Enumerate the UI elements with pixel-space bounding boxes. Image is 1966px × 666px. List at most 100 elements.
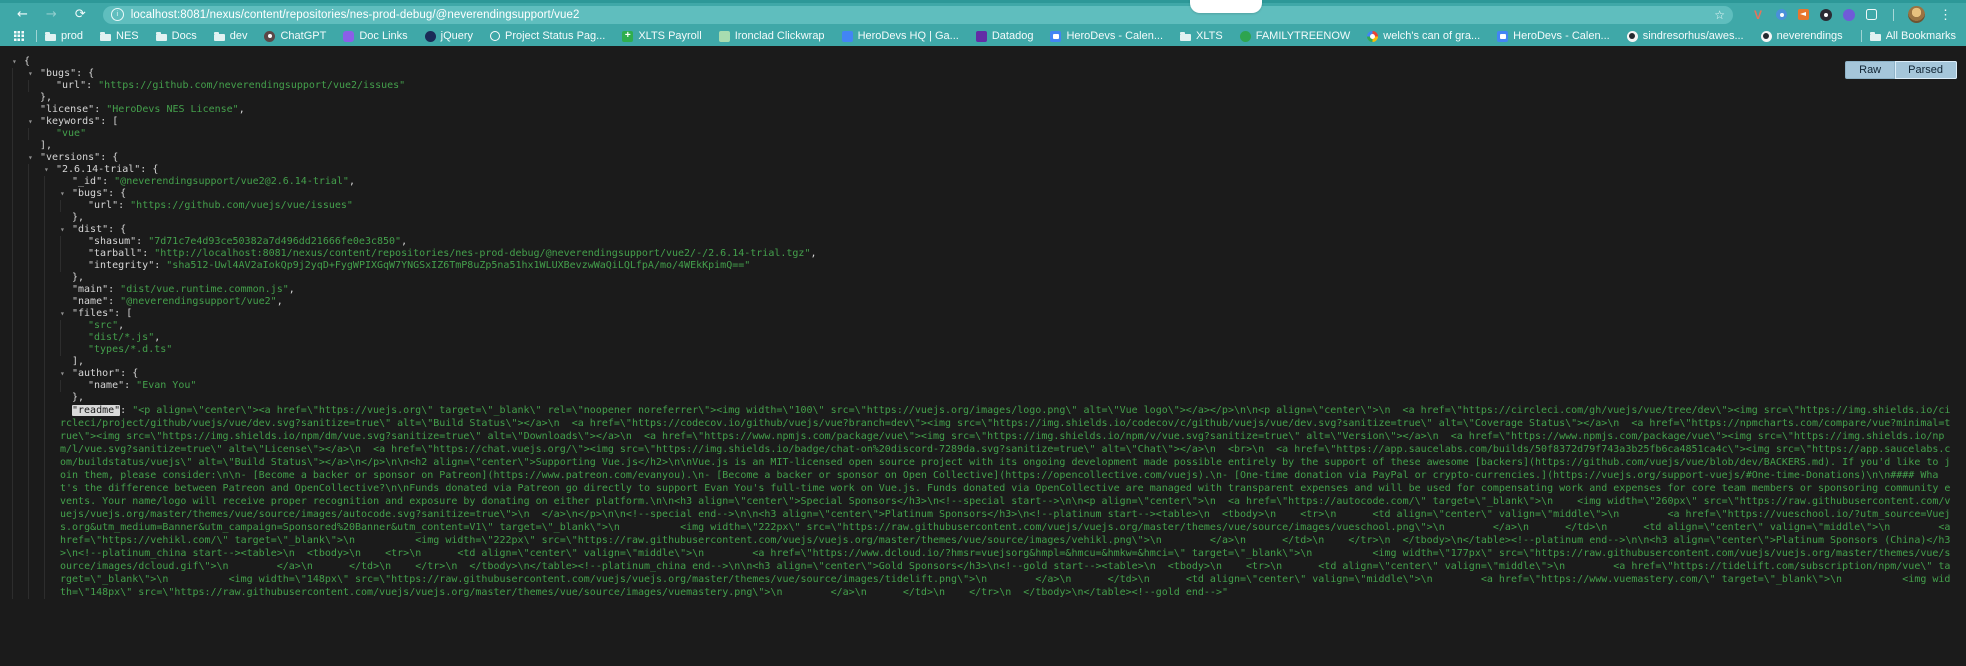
json-tree: ▾{▾"bugs": { "url": "https://github.com/…: [0, 46, 1966, 599]
json-line: "types/*.d.ts": [0, 344, 1954, 356]
json-key: "tarball": [88, 248, 142, 259]
json-line: ▾"bugs": {: [0, 68, 1954, 80]
json-line: "tarball": "http://localhost:8081/nexus/…: [0, 248, 1954, 260]
forward-icon[interactable]: →: [39, 6, 64, 23]
json-key: "name": [72, 296, 108, 307]
calendar-favicon: [1050, 31, 1061, 42]
url-text: localhost:8081/nexus/content/repositorie…: [131, 9, 1708, 21]
bookmark-item[interactable]: dev: [214, 30, 248, 42]
expander-icon[interactable]: ▾: [28, 152, 40, 164]
dark-circle-extension-icon[interactable]: [1820, 9, 1832, 21]
json-line: "url": "https://github.com/neverendingsu…: [0, 80, 1954, 92]
ring-favicon: [490, 31, 500, 41]
extensions-puzzle-icon[interactable]: [1866, 9, 1877, 20]
bookmark-item[interactable]: HeroDevs HQ | Ga...: [842, 30, 959, 42]
bookmark-item[interactable]: Docs: [156, 30, 197, 42]
address-bar[interactable]: i localhost:8081/nexus/content/repositor…: [103, 6, 1733, 24]
json-string-value: "https://github.com/vuejs/vue/issues": [130, 200, 353, 211]
json-key: "author": [72, 368, 120, 379]
bookmark-item[interactable]: Datadog: [976, 30, 1034, 42]
bookmark-item[interactable]: FAMILYTREENOW: [1240, 30, 1351, 42]
raw-button[interactable]: Raw: [1845, 61, 1895, 79]
json-string-value: "src": [88, 320, 118, 331]
bookmark-label: HeroDevs HQ | Ga...: [858, 30, 959, 42]
camera-notch: [1190, 0, 1262, 13]
json-string-value: "dist/vue.runtime.common.js": [120, 284, 289, 295]
bookmark-item[interactable]: HeroDevs - Calen...: [1050, 30, 1163, 42]
expander-icon[interactable]: ▾: [28, 116, 40, 128]
bookmark-label: ChatGPT: [280, 30, 326, 42]
bookmark-item[interactable]: prod: [45, 30, 83, 42]
bookmark-item[interactable]: neverendingsuppo...: [1761, 30, 1843, 42]
reload-icon[interactable]: ⟳: [68, 6, 93, 23]
json-string-value: "https://github.com/neverendingsupport/v…: [98, 80, 405, 91]
bookmark-item[interactable]: sindresorhus/awes...: [1627, 30, 1744, 42]
bookmark-item[interactable]: Doc Links: [343, 30, 407, 42]
bookmark-item[interactable]: NES: [100, 30, 139, 42]
megaphone-extension-icon[interactable]: [1798, 9, 1809, 20]
json-line: },: [0, 392, 1954, 404]
bookmark-item[interactable]: welch's can of gra...: [1367, 30, 1480, 42]
json-key: "integrity": [88, 260, 154, 271]
ftn-favicon: [1240, 31, 1251, 42]
bookmark-item[interactable]: ChatGPT: [264, 30, 326, 42]
json-key: "main": [72, 284, 108, 295]
browser-window: ← → ⟳ i localhost:8081/nexus/content/rep…: [0, 0, 1966, 46]
bookmark-item[interactable]: Ironclad Clickwrap: [719, 30, 825, 42]
bookmark-item[interactable]: XLTS: [1180, 30, 1223, 42]
expander-icon[interactable]: ▾: [28, 68, 40, 80]
profile-avatar[interactable]: [1908, 6, 1925, 23]
pin-extension-icon[interactable]: [1776, 9, 1787, 20]
json-string-value: "types/*.d.ts": [88, 344, 172, 355]
json-key: "url": [88, 200, 118, 211]
bookmark-star-icon[interactable]: ☆: [1714, 8, 1725, 22]
doclinks-favicon: [343, 31, 354, 42]
all-bookmarks-label: All Bookmarks: [1886, 30, 1956, 42]
json-line: },: [0, 212, 1954, 224]
json-line: },: [0, 272, 1954, 284]
apps-grid-icon[interactable]: [14, 31, 24, 41]
bookmark-item[interactable]: Project Status Pag...: [490, 30, 605, 42]
site-info-icon[interactable]: i: [111, 8, 124, 21]
json-line: ],: [0, 356, 1954, 368]
bookmark-item[interactable]: HeroDevs - Calen...: [1497, 30, 1610, 42]
json-line: "dist/*.js",: [0, 332, 1954, 344]
folder-icon: [1870, 34, 1881, 41]
expander-icon[interactable]: ▾: [60, 308, 72, 320]
vimium-extension-icon[interactable]: V: [1751, 8, 1765, 22]
purple-circle-extension-icon[interactable]: [1843, 9, 1855, 21]
json-string-value: "<p align=\"center\"><a href=\"https://v…: [60, 405, 1956, 598]
json-line: "readme": "<p align=\"center\"><a href=\…: [0, 404, 1954, 599]
json-line: ▾"keywords": [: [0, 116, 1954, 128]
all-bookmarks-button[interactable]: All Bookmarks: [1870, 30, 1956, 42]
json-string-value: "7d71c7e4d93ce50382a7d496dd21666fe0e3c85…: [148, 236, 401, 247]
expander-icon[interactable]: ▾: [60, 224, 72, 236]
jquery-favicon: [425, 31, 436, 42]
expander-icon[interactable]: ▾: [12, 56, 24, 68]
bookmark-label: dev: [230, 30, 248, 42]
expander-icon[interactable]: ▾: [60, 368, 72, 380]
json-line: "url": "https://github.com/vuejs/vue/iss…: [0, 200, 1954, 212]
bookmark-label: Ironclad Clickwrap: [735, 30, 825, 42]
json-string-value: "sha512-Uwl4AV2aIokQp9j2yqD+FygWPIXGqW7Y…: [166, 260, 750, 271]
expander-icon[interactable]: ▾: [44, 164, 56, 176]
bookmark-label: Docs: [172, 30, 197, 42]
folder-icon: [45, 34, 56, 41]
json-viewer: Raw Parsed ▾{▾"bugs": { "url": "https://…: [0, 46, 1966, 666]
expander-icon[interactable]: ▾: [60, 188, 72, 200]
back-icon[interactable]: ←: [10, 6, 35, 23]
viewer-toggle: Raw Parsed: [1845, 61, 1957, 79]
bookmark-label: welch's can of gra...: [1383, 30, 1480, 42]
parsed-button[interactable]: Parsed: [1895, 61, 1957, 79]
bookmark-label: FAMILYTREENOW: [1256, 30, 1351, 42]
browser-menu-icon[interactable]: ⋮: [1935, 7, 1956, 23]
json-line: ▾"files": [: [0, 308, 1954, 320]
bookmarks-list: prod NES Docs dev ChatGPT Doc Links jQue…: [45, 30, 1843, 42]
datadog-favicon: [976, 31, 987, 42]
bookmark-item[interactable]: XLTS Payroll: [622, 30, 701, 42]
bookmark-label: XLTS Payroll: [638, 30, 701, 42]
json-line: ],: [0, 140, 1954, 152]
extensions-tray: V: [1751, 8, 1877, 22]
json-line: "license": "HeroDevs NES License",: [0, 104, 1954, 116]
bookmark-item[interactable]: jQuery: [425, 30, 473, 42]
